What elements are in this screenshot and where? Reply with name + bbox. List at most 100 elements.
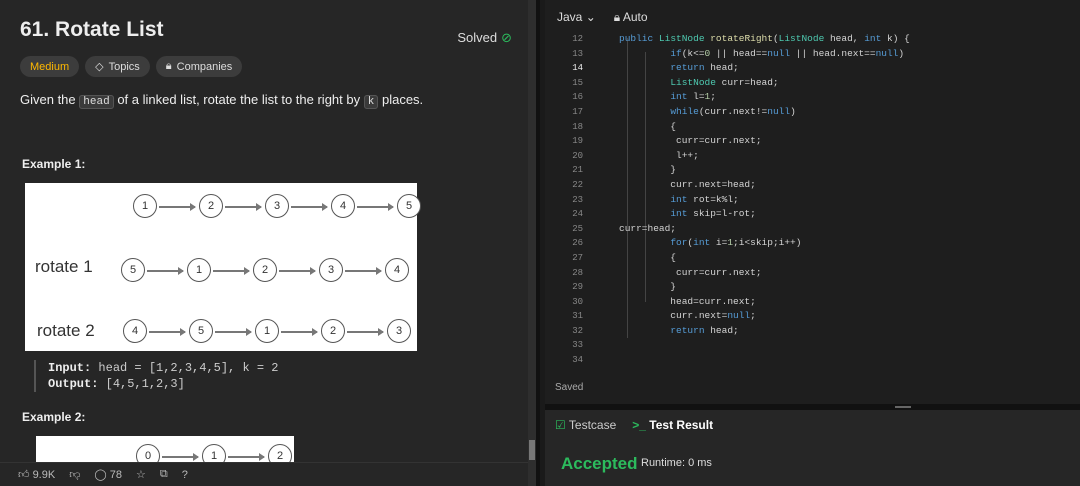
terminal-icon: >_: [632, 418, 646, 432]
thumbs-up-icon: 👍︎: [18, 469, 30, 481]
language-label: Java: [557, 10, 583, 24]
line-number: 15: [572, 77, 583, 88]
topics-tag[interactable]: ◇ Topics: [85, 56, 150, 77]
comment-count: 78: [109, 469, 122, 481]
list-node: 1: [255, 319, 279, 343]
example-2-diagram: 0 1 2: [36, 436, 294, 462]
line-number: 26: [572, 238, 583, 249]
dislike-button[interactable]: 👎︎: [69, 468, 80, 481]
line-number: 16: [572, 92, 583, 103]
line-number: 14: [572, 63, 583, 74]
help-button[interactable]: ?: [182, 469, 188, 481]
line-number: 21: [572, 165, 583, 176]
list-arrow: [225, 203, 262, 210]
line-number: 33: [572, 340, 583, 351]
list-arrow: [162, 453, 199, 460]
line-number: 34: [572, 355, 583, 366]
companies-tag[interactable]: 🔒︎ Companies: [155, 56, 243, 77]
mode-label: Auto: [622, 10, 648, 24]
topics-label: Topics: [108, 60, 140, 73]
input-value: head = [1,2,3,4,5], k = 2: [98, 361, 279, 375]
list-arrow: [159, 203, 196, 210]
line-number: 12: [572, 34, 583, 44]
drag-handle[interactable]: [895, 406, 911, 408]
verdict-label: Accepted: [561, 454, 638, 473]
output-label: Output:: [48, 377, 99, 391]
line-number: 20: [572, 150, 583, 161]
like-button[interactable]: 👍︎ 9.9K: [18, 468, 55, 481]
testcase-label: Testcase: [568, 418, 617, 432]
runtime-label: Runtime: 0 ms: [641, 457, 712, 469]
example-2-title: Example 2:: [22, 410, 86, 424]
line-number: 13: [572, 48, 583, 59]
line-number: 19: [572, 136, 583, 147]
bottom-action-bar: 👍︎ 9.9K 👎︎ ◯ 78 ☆ ⧉ ?: [0, 462, 536, 486]
list-node: 3: [387, 319, 411, 343]
rotate-2-label: rotate 2: [37, 321, 95, 340]
list-arrow: [347, 328, 384, 335]
line-number: 30: [572, 296, 583, 307]
list-node: 3: [265, 194, 289, 218]
list-node: 2: [321, 319, 345, 343]
problem-description: Given the head of a linked list, rotate …: [20, 92, 423, 109]
share-icon: ⧉: [159, 468, 168, 480]
chevron-down-icon: ⌄: [585, 10, 596, 24]
difficulty-badge[interactable]: Medium: [20, 56, 80, 77]
problem-title: 61. Rotate List: [20, 18, 164, 41]
tag-row: Medium ◇ Topics 🔒︎ Companies: [20, 56, 243, 77]
lock-icon: 🔒︎: [613, 10, 621, 24]
result-panel: ☑ Testcase >_ Test Result Accepted Runti…: [545, 410, 1080, 486]
result-tabs: ☑ Testcase >_ Test Result: [555, 418, 713, 432]
comment-icon: ◯: [94, 469, 107, 481]
code-content[interactable]: public ListNode rotateRight(ListNode hea…: [619, 32, 910, 338]
star-icon: ☆: [136, 469, 146, 481]
description-panel: 61. Rotate List Solved ⊘ Medium ◇ Topics …: [0, 0, 540, 486]
example-1-diagram: rotate 1 rotate 2 1 2 3 4 5 5 1 2 3 4 4 5 1 2 3: [25, 183, 421, 351]
list-arrow: [345, 267, 382, 274]
line-number: 17: [572, 106, 583, 117]
list-node: 4: [385, 258, 409, 282]
favorite-button[interactable]: ☆: [136, 468, 146, 481]
test-result-label: Test Result: [649, 418, 714, 432]
auto-mode[interactable]: 🔒︎ Auto: [614, 10, 648, 25]
list-arrow: [215, 328, 252, 335]
list-arrow: [279, 267, 316, 274]
description-scrollbar[interactable]: [528, 0, 536, 486]
code-editor[interactable]: Java ⌄ 🔒︎ Auto 12 13 14 15 16 17 18 19 20 21 22 23 2…: [545, 0, 1080, 404]
language-select[interactable]: Java ⌄: [557, 10, 596, 25]
comments-button[interactable]: ◯ 78: [94, 468, 122, 481]
list-arrow: [213, 267, 250, 274]
list-node: 5: [189, 319, 213, 343]
desc-text: of a linked list, rotate the list to the…: [117, 92, 361, 107]
companies-label: Companies: [176, 60, 233, 73]
line-number: 24: [572, 209, 583, 220]
list-node: 4: [331, 194, 355, 218]
checkbox-icon: ☑: [555, 418, 566, 432]
list-node: 2: [253, 258, 277, 282]
line-number: 27: [572, 252, 583, 263]
list-node: 4: [123, 319, 147, 343]
list-node: 1: [133, 194, 157, 218]
list-arrow: [147, 267, 184, 274]
line-number: 22: [572, 179, 583, 190]
lock-icon: 🔒︎: [165, 60, 172, 72]
line-number: 32: [572, 325, 583, 336]
list-node: 0: [136, 444, 160, 462]
scrollbar-thumb[interactable]: [529, 440, 535, 460]
tab-testcase[interactable]: ☑ Testcase: [555, 418, 616, 432]
list-node: 1: [187, 258, 211, 282]
list-node: 2: [268, 444, 292, 462]
saved-status: Saved: [555, 382, 584, 393]
rotate-1-label: rotate 1: [35, 257, 93, 276]
like-count: 9.9K: [32, 469, 56, 481]
list-node: 5: [397, 194, 421, 218]
solved-label: Solved: [457, 30, 498, 45]
input-line: Input: head = [1,2,3,4,5], k = 2: [48, 360, 278, 376]
line-number: 23: [572, 194, 583, 205]
app-root: 61. Rotate List Solved ⊘ Medium ◇ Topics …: [0, 0, 1080, 486]
list-node: 2: [199, 194, 223, 218]
tab-test-result[interactable]: >_ Test Result: [632, 418, 713, 432]
example-1-io: Input: head = [1,2,3,4,5], k = 2 Output:…: [34, 360, 278, 392]
share-button[interactable]: ⧉: [160, 468, 168, 481]
list-arrow: [291, 203, 328, 210]
